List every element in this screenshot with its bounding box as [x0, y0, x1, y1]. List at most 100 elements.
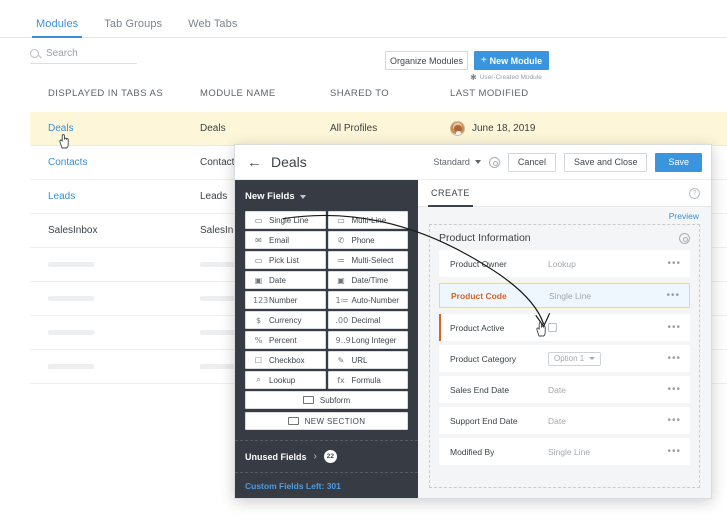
form-field-row[interactable]: Product Code Single Line •••	[439, 283, 690, 308]
decimal-icon: .00	[335, 315, 349, 325]
palette-title[interactable]: New Fields	[245, 191, 408, 202]
last-modified-cell: June 18, 2019	[450, 121, 535, 136]
field-type-long-integer[interactable]: 9..9 Long Integer	[327, 331, 408, 349]
field-type-label: Lookup	[269, 375, 296, 385]
column-header: LAST MODIFIED	[450, 88, 529, 99]
field-value: Single Line	[549, 290, 592, 301]
section-header: Product Information	[439, 232, 690, 244]
field-type-decimal[interactable]: .00 Decimal	[327, 311, 408, 329]
field-type-number[interactable]: 123 Number	[245, 291, 326, 309]
field-type-label: URL	[351, 355, 368, 365]
gear-icon[interactable]	[679, 232, 690, 244]
subform-button[interactable]: Subform	[245, 391, 408, 409]
table-cell[interactable]: Deals	[48, 123, 74, 134]
field-label: Product Code	[451, 290, 507, 301]
user-created-module-legend: ✱ User-Created Module	[470, 73, 542, 82]
table-cell[interactable]: Leads	[48, 191, 75, 202]
more-options-icon[interactable]: •••	[666, 290, 680, 301]
table-cell[interactable]: Contacts	[48, 157, 87, 168]
field-type-url[interactable]: ✎ URL	[327, 351, 408, 369]
currency-icon: $	[255, 315, 262, 325]
multi-line-icon: ▭	[337, 215, 345, 225]
field-label: Product Active	[450, 322, 505, 333]
save-button[interactable]: Save	[655, 152, 702, 172]
field-type-label: Email	[269, 235, 290, 245]
field-type-single-line[interactable]: ▭ Single Line	[245, 211, 326, 229]
more-options-icon[interactable]: •••	[667, 384, 681, 395]
field-type-multi-line[interactable]: ▭ Multi-Line	[327, 211, 408, 229]
form-field-row[interactable]: Product Category Option 1 •••	[439, 345, 690, 372]
more-options-icon[interactable]: •••	[667, 415, 681, 426]
field-type-percent[interactable]: % Percent	[245, 331, 326, 349]
field-type-pick-list[interactable]: ▭ Pick List	[245, 251, 326, 269]
chevron-down-icon	[589, 357, 596, 360]
gear-icon[interactable]	[488, 156, 500, 168]
date-time-icon: ▣	[337, 275, 345, 285]
skeleton-bar	[48, 330, 94, 335]
email-icon: ✉	[255, 235, 262, 245]
save-and-close-button[interactable]: Save and Close	[563, 152, 648, 172]
auto-number-icon: 1≔	[335, 295, 349, 305]
modal-header: ← Deals Standard Cancel Save and Close S…	[235, 145, 711, 180]
more-options-icon[interactable]: •••	[667, 322, 681, 333]
more-options-icon[interactable]: •••	[667, 353, 681, 364]
table-row[interactable]: Deals Deals All Profiles June 18, 2019	[30, 112, 727, 146]
organize-modules-button[interactable]: Organize Modules	[385, 51, 468, 70]
field-type-label: Checkbox	[269, 355, 305, 365]
field-type-formula[interactable]: fx Formula	[327, 371, 408, 389]
tab-tab-groups[interactable]: Tab Groups	[104, 18, 162, 38]
unused-fields-toggle[interactable]: Unused Fields › 22	[245, 441, 408, 472]
form-field-row[interactable]: Modified By Single Line •••	[439, 438, 690, 465]
field-type-email[interactable]: ✉ Email	[245, 231, 326, 249]
field-drop-slot: Product Code Single Line •••	[439, 281, 690, 310]
help-icon[interactable]: ?	[689, 187, 700, 199]
unused-fields-count-badge: 22	[323, 450, 337, 463]
skeleton-bar	[48, 296, 94, 301]
formula-icon: fx	[337, 375, 345, 385]
number-icon: 123	[253, 295, 269, 305]
table-cell: Deals	[200, 123, 226, 134]
field-type-label: Auto-Number	[351, 295, 400, 305]
field-type-phone[interactable]: ✆ Phone	[327, 231, 408, 249]
tab-web-tabs[interactable]: Web Tabs	[188, 18, 237, 38]
field-type-lookup[interactable]: ⌕ Lookup	[245, 371, 326, 389]
field-type-checkbox[interactable]: ☐ Checkbox	[245, 351, 326, 369]
table-cell: All Profiles	[330, 123, 378, 134]
back-arrow-icon[interactable]: ←	[247, 155, 262, 170]
form-field-row[interactable]: Product Active •••	[439, 314, 690, 341]
long-integer-icon: 9..9	[335, 335, 351, 345]
field-type-label: Date	[269, 275, 286, 285]
field-type-label: Multi-Line	[351, 215, 387, 225]
new-module-button[interactable]: + New Module	[474, 51, 549, 70]
form-field-row[interactable]: Support End Date Date •••	[439, 407, 690, 434]
layout-select-value: Standard	[433, 157, 470, 167]
select-input[interactable]: Option 1	[548, 351, 602, 366]
chevron-right-icon: ›	[313, 451, 317, 462]
tab-create[interactable]: CREATE	[428, 180, 473, 207]
search-box[interactable]: Search	[30, 48, 137, 64]
form-field-row[interactable]: Sales End Date Date •••	[439, 376, 690, 403]
preview-row: Preview	[418, 207, 711, 224]
layout-select[interactable]: Standard	[433, 157, 481, 167]
new-section-button[interactable]: NEW SECTION	[245, 412, 408, 430]
search-input[interactable]: Search	[46, 48, 78, 59]
preview-link[interactable]: Preview	[669, 211, 699, 221]
field-type-date[interactable]: ▣ Date	[245, 271, 326, 289]
field-type-multi-select[interactable]: ≔ Multi-Select	[327, 251, 408, 269]
plus-icon: +	[480, 54, 487, 66]
checkbox-input[interactable]	[548, 323, 557, 332]
field-type-date-time[interactable]: ▣ Date/Time	[327, 271, 408, 289]
field-label: Product Category	[450, 353, 517, 364]
field-type-auto-number[interactable]: 1≔ Auto-Number	[327, 291, 408, 309]
cancel-button[interactable]: Cancel	[507, 152, 556, 172]
more-options-icon[interactable]: •••	[667, 446, 681, 457]
tab-modules[interactable]: Modules	[31, 18, 83, 38]
url-icon: ✎	[337, 355, 345, 365]
single-line-icon: ▭	[254, 215, 263, 225]
more-options-icon[interactable]: •••	[667, 258, 681, 269]
modal-title: Deals	[271, 154, 307, 170]
field-type-currency[interactable]: $ Currency	[245, 311, 326, 329]
multi-select-icon: ≔	[337, 255, 345, 265]
field-type-label: Phone	[351, 235, 375, 245]
form-field-row[interactable]: Product Owner Lookup •••	[439, 250, 690, 277]
